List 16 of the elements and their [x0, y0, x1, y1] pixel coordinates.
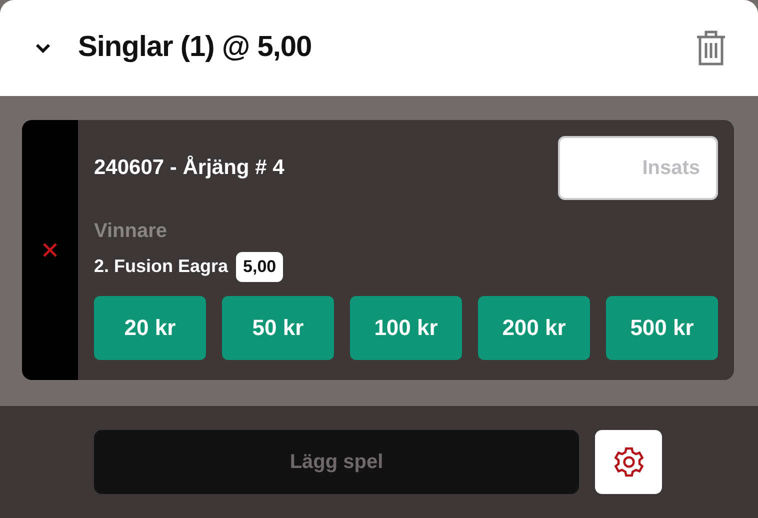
settings-button[interactable]: [595, 430, 662, 494]
delete-button[interactable]: [694, 29, 728, 67]
quick-stake-button[interactable]: 100 kr: [350, 296, 462, 360]
close-icon: [42, 242, 58, 258]
market-label: Vinnare: [94, 219, 168, 244]
race-title: 240607 - Årjäng # 4: [94, 154, 284, 182]
selection-name: 2. Fusion Eagra: [94, 255, 228, 278]
section-title: Singlar (1) @ 5,00: [78, 30, 313, 66]
quick-stake-button[interactable]: 20 kr: [94, 296, 206, 360]
stake-input[interactable]: Insats: [558, 136, 718, 200]
odds-badge: 5,00: [236, 252, 284, 282]
quick-stake-button[interactable]: 500 kr: [606, 296, 718, 360]
gear-icon: [612, 445, 646, 479]
quick-stake-button[interactable]: 200 kr: [478, 296, 590, 360]
trash-icon: [694, 29, 728, 67]
quick-stake-button[interactable]: 50 kr: [222, 296, 334, 360]
